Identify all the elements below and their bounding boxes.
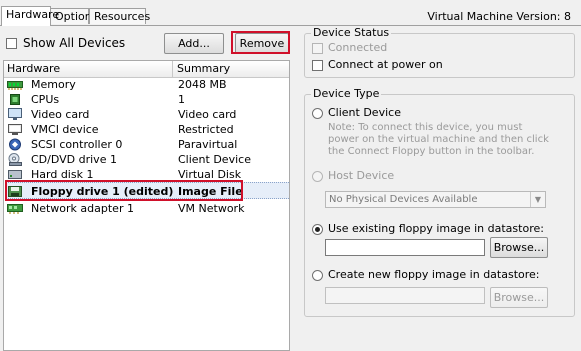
floppy-row-highlight [5,180,243,201]
tab-hardware[interactable]: Hardware [1,6,59,26]
connect-at-power-on-checkbox[interactable] [312,60,323,71]
host-device-radio[interactable] [312,171,323,182]
new-image-path-input[interactable] [325,287,485,304]
device-name: CD/DVD drive 1 [31,153,117,166]
device-summary: Client Device [178,153,251,166]
chevron-down-icon: ▼ [530,192,545,207]
vm-version-label: Virtual Machine Version: 8 [427,10,571,23]
network-adapter-icon [7,202,23,215]
device-summary: 2048 MB [178,78,227,91]
connected-label: Connected [328,41,388,54]
device-name: SCSI controller 0 [31,138,123,151]
device-name: Video card [31,108,90,121]
remove-button-highlight [231,31,290,54]
device-name: VMCI device [31,123,99,136]
tab-strip-divider [0,25,581,26]
hardware-list-header: Hardware Summary [4,61,289,78]
device-summary: Video card [178,108,237,121]
device-status-title: Device Status [311,26,392,39]
client-device-label: Client Device [328,106,401,119]
tab-hardware-label: Hardware [6,8,60,21]
connect-at-power-on-label: Connect at power on [328,58,443,71]
existing-image-path-input[interactable] [325,239,485,256]
device-summary: 1 [178,93,185,106]
scsi-icon [7,138,23,151]
show-all-devices-checkbox[interactable] [6,38,17,49]
create-new-label: Create new floppy image in datastore: [328,268,540,281]
device-name: Network adapter 1 [31,202,134,215]
use-existing-label: Use existing floppy image in datastore: [328,222,544,235]
device-summary: VM Network [178,202,245,215]
memory-icon [7,78,23,91]
client-device-note: Note: To connect this device, you must p… [328,122,549,157]
table-row[interactable]: SCSI controller 0 Paravirtual [5,137,289,152]
device-name: CPUs [31,93,60,106]
device-name: Memory [31,78,76,91]
monitor-icon [7,108,23,121]
table-row[interactable]: Video card Video card [5,107,289,122]
host-device-select-value: No Physical Devices Available [329,194,478,205]
hardware-list[interactable]: Hardware Summary Memory 2048 MB CPUs 1 V… [3,60,290,351]
browse-disabled-button[interactable]: Browse... [490,287,548,308]
table-row[interactable]: Network adapter 1 VM Network [5,201,289,216]
table-row[interactable]: Memory 2048 MB [5,77,289,92]
column-divider [172,61,173,77]
cd-drive-icon [7,153,23,166]
device-summary: Paravirtual [178,138,238,151]
table-row[interactable]: CD/DVD drive 1 Client Device [5,152,289,167]
tab-resources-label: Resources [94,10,151,23]
connected-checkbox[interactable] [312,43,323,54]
host-device-label: Host Device [328,169,395,182]
browse-button[interactable]: Browse... [490,237,548,258]
device-type-title: Device Type [311,87,382,100]
device-status-group [304,33,575,78]
tab-resources[interactable]: Resources [89,8,150,24]
vmci-icon [7,123,23,136]
create-new-radio[interactable] [312,270,323,281]
cpu-icon [7,93,23,106]
add-button[interactable]: Add... [164,33,224,54]
show-all-devices-label: Show All Devices [23,36,126,50]
table-row[interactable]: VMCI device Restricted [5,122,289,137]
client-device-radio[interactable] [312,108,323,119]
device-summary: Restricted [178,123,234,136]
table-row[interactable]: CPUs 1 [5,92,289,107]
column-header-hardware[interactable]: Hardware [7,62,60,75]
use-existing-radio[interactable] [312,224,323,235]
column-header-summary[interactable]: Summary [177,62,230,75]
host-device-select[interactable]: No Physical Devices Available ▼ [325,191,546,208]
